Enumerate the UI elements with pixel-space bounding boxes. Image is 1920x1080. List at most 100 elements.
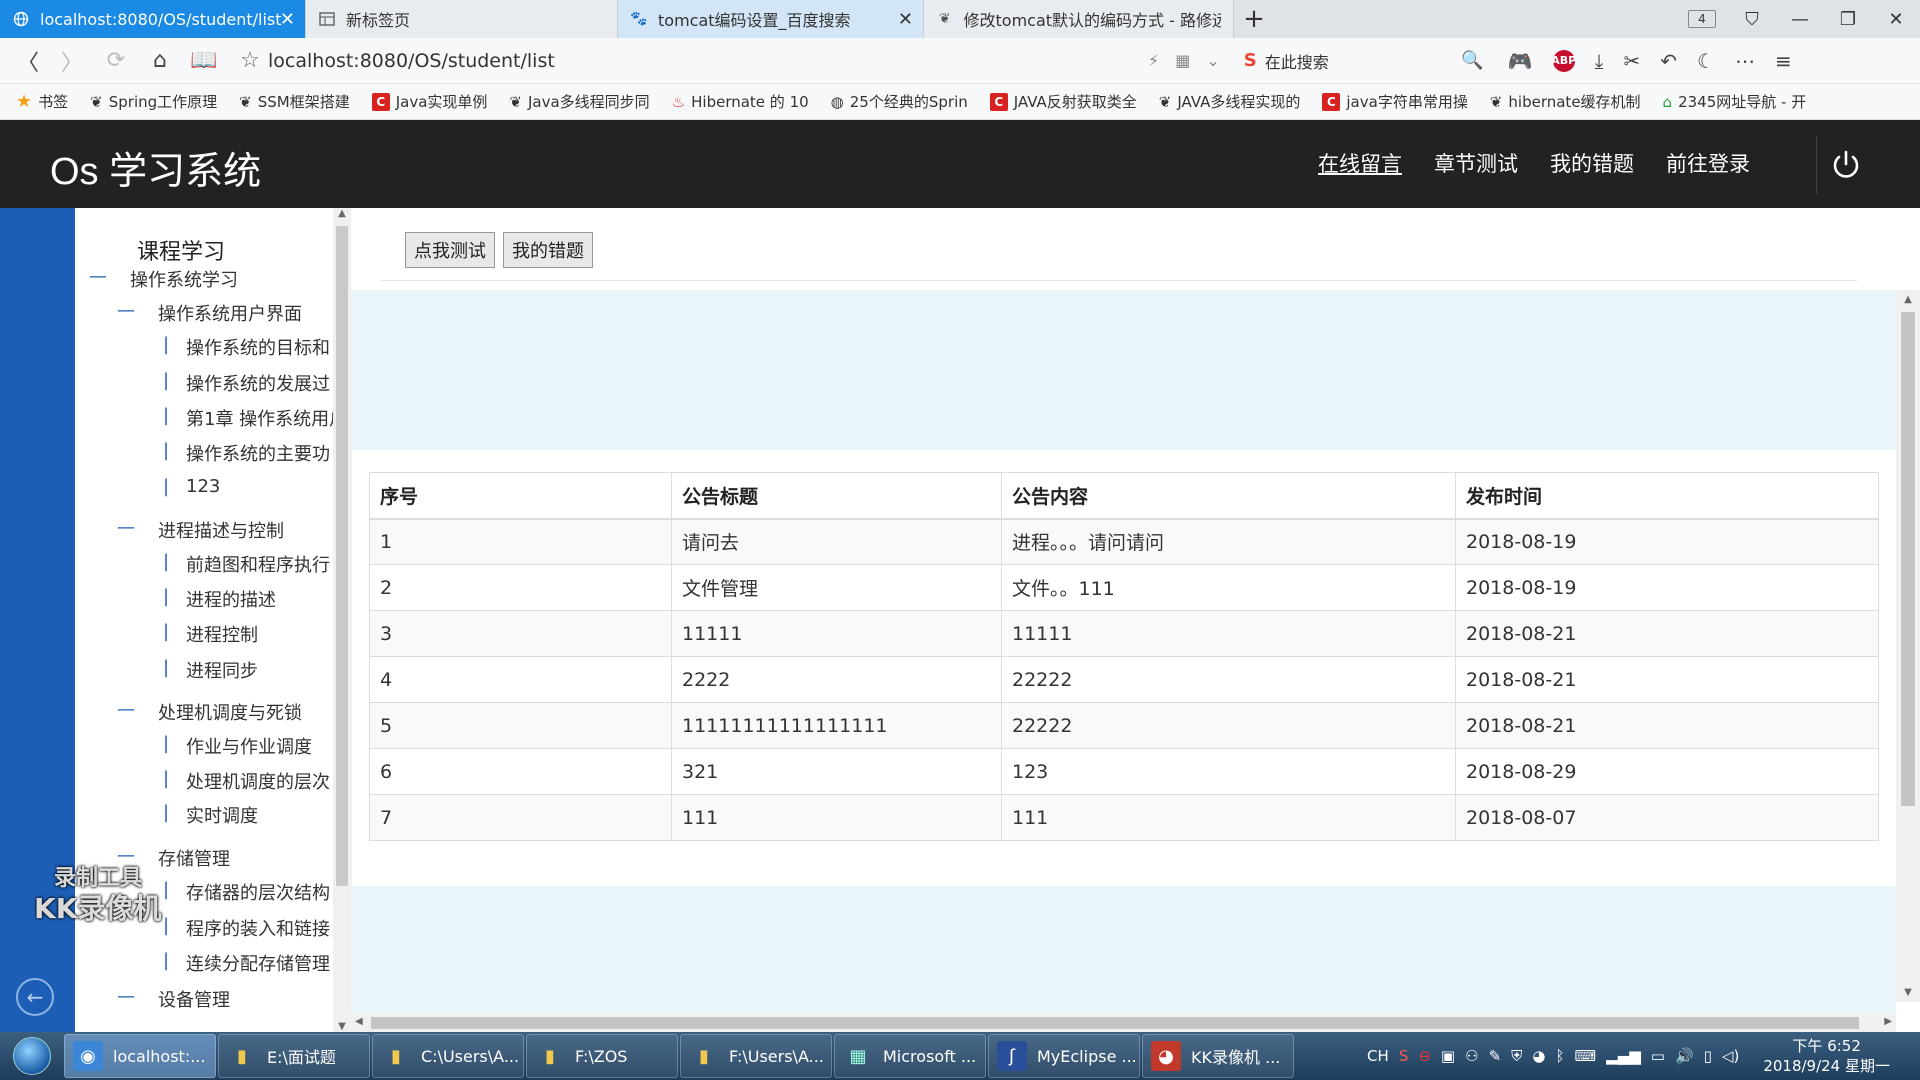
app-title[interactable]: Os 学习系统 <box>50 140 261 195</box>
moon-icon[interactable]: ☾ <box>1697 49 1715 73</box>
clock[interactable]: 下午 6:52 2018/9/24 星期一 <box>1763 1036 1890 1076</box>
taskbar-button[interactable]: ʃ MyEclipse ... <box>988 1034 1140 1078</box>
nav-login[interactable]: 前往登录 <box>1666 148 1750 178</box>
my-mistakes-button[interactable]: 我的错题 <box>503 232 593 268</box>
start-test-button[interactable]: 点我测试 <box>405 232 495 268</box>
defender-icon[interactable]: ⛨ <box>1511 1047 1522 1065</box>
taskbar-button[interactable]: ▮ F:\ZOS <box>526 1034 678 1078</box>
stop-icon[interactable]: ⟳ <box>94 48 138 73</box>
nav-chapter-test[interactable]: 章节测试 <box>1434 148 1518 178</box>
scroll-right-icon[interactable]: ▶ <box>1884 1016 1892 1027</box>
tab-localhost[interactable]: localhost:8080/OS/student/list ✕ <box>0 0 306 38</box>
more-icon[interactable]: ⋯ <box>1735 49 1755 73</box>
volume-icon[interactable]: ◁) <box>1722 1047 1739 1065</box>
collapse-icon[interactable]: — <box>117 845 135 866</box>
shirt-icon[interactable]: ⛉ <box>1728 9 1776 30</box>
scroll-down-icon[interactable]: ▼ <box>1896 987 1920 998</box>
url-field[interactable]: localhost:8080/OS/student/list <box>268 50 1148 72</box>
bluetooth-icon[interactable]: ᛒ <box>1556 1047 1565 1065</box>
speaker-icon[interactable]: 🔊 <box>1675 1047 1694 1065</box>
bookmark-item[interactable]: ❦ SSM框架搭建 <box>239 91 350 112</box>
chevron-down-icon[interactable]: ⌄ <box>1206 51 1219 70</box>
sidebar-scrollbar[interactable]: ▲ ▼ <box>333 208 351 1032</box>
pen-icon[interactable]: ✎ <box>1489 1047 1502 1065</box>
main-vertical-scrollbar[interactable]: ▲ ▼ <box>1896 290 1920 1002</box>
lightning-icon[interactable]: ⚡ <box>1148 51 1159 70</box>
gamepad-icon[interactable]: 🎮 <box>1508 49 1533 73</box>
bookmark-item[interactable]: ❦ hibernate缓存机制 <box>1490 91 1641 112</box>
home-icon[interactable]: ⌂ <box>138 48 182 73</box>
bookmark-item[interactable]: ♨ Hibernate 的 10 <box>672 91 809 112</box>
battery-icon[interactable]: ▯ <box>1704 1047 1712 1065</box>
browser-toolbar: 🎮 ABP ⤓ ✂ ↶ ☾ ⋯ ≡ <box>1508 49 1792 73</box>
tab-new-tab[interactable]: 新标签页 <box>306 0 618 38</box>
taskbar-button[interactable]: ▮ F:\Users\A... <box>680 1034 832 1078</box>
grid-icon <box>318 10 336 28</box>
scroll-thumb[interactable] <box>371 1017 1859 1029</box>
tab-tomcat-article[interactable]: ❦ 修改tomcat默认的编码方式 - 路修远 <box>924 0 1234 38</box>
reading-icon[interactable]: 📖 <box>182 48 226 73</box>
close-icon[interactable]: ✕ <box>280 9 295 30</box>
scroll-down-icon[interactable]: ▼ <box>333 1021 351 1032</box>
undo-icon[interactable]: ↶ <box>1660 49 1677 73</box>
bookmark-item[interactable]: ❦ Java多线程同步同 <box>509 91 649 112</box>
collapse-icon[interactable]: — <box>89 266 107 287</box>
nav-my-mistakes[interactable]: 我的错题 <box>1550 148 1634 178</box>
new-tab-button[interactable]: + <box>1234 4 1274 34</box>
adblock-icon[interactable]: ABP <box>1551 49 1576 72</box>
ime-indicator[interactable]: CH <box>1367 1047 1389 1065</box>
sogou-icon[interactable]: S <box>1399 1047 1409 1065</box>
collapse-icon[interactable]: — <box>117 699 135 720</box>
bookmark-item[interactable]: ◍ 25个经典的Sprin <box>831 91 968 112</box>
scroll-thumb[interactable] <box>336 226 348 886</box>
taskbar-button[interactable]: ▮ E:\面试题 <box>218 1034 370 1078</box>
close-icon[interactable]: ✕ <box>898 9 913 30</box>
back-icon[interactable]: 〈 <box>6 45 50 77</box>
minimize-icon[interactable]: — <box>1776 9 1824 30</box>
nav-online-message[interactable]: 在线留言 <box>1318 148 1402 178</box>
bookmark-item[interactable]: ★ 书签 <box>16 91 68 112</box>
taskbar-button[interactable]: ▮ C:\Users\A... <box>372 1034 524 1078</box>
bookmark-item[interactable]: ❦ Spring工作原理 <box>90 91 217 112</box>
bookmark-item[interactable]: ❦ JAVA多线程实现的 <box>1159 91 1301 112</box>
scroll-thumb[interactable] <box>1901 312 1915 806</box>
qq-icon[interactable]: ◕ <box>1532 1047 1545 1065</box>
collapse-icon[interactable]: — <box>117 986 135 1007</box>
collapse-icon[interactable]: — <box>117 517 135 538</box>
qr-icon[interactable]: ▦ <box>1175 51 1190 70</box>
bookmark-item[interactable]: C JAVA反射获取类全 <box>989 91 1137 112</box>
shield-icon[interactable]: ⊖ <box>1418 1047 1431 1065</box>
forward-icon[interactable]: 〉 <box>50 45 94 77</box>
menu-icon[interactable]: ≡ <box>1775 49 1792 73</box>
bookmark-item[interactable]: Cjava字符串常用操 <box>1322 91 1468 112</box>
close-window-icon[interactable]: ✕ <box>1872 9 1920 30</box>
scissors-icon[interactable]: ✂ <box>1624 49 1641 73</box>
taskbar-button[interactable]: ◉ localhost:... <box>64 1034 216 1078</box>
scroll-up-icon[interactable]: ▲ <box>333 208 351 219</box>
arrow-left-icon[interactable]: ← <box>16 978 54 1016</box>
signal-icon[interactable]: ▂▄▆ <box>1606 1047 1641 1065</box>
main-horizontal-scrollbar[interactable]: ◀ ▶ <box>351 1014 1896 1032</box>
restore-icon[interactable]: ❐ <box>1824 9 1872 30</box>
scroll-left-icon[interactable]: ◀ <box>355 1016 363 1027</box>
bookmark-item[interactable]: ⌂ 2345网址导航 - 开 <box>1663 91 1807 112</box>
favorite-star-icon[interactable]: ☆ <box>232 48 268 73</box>
download-icon[interactable]: ⤓ <box>1595 49 1604 73</box>
network-icon[interactable]: ▣ <box>1441 1047 1455 1065</box>
power-icon[interactable] <box>1816 136 1874 194</box>
display-icon[interactable]: ▭ <box>1651 1047 1665 1065</box>
tab-baidu-search[interactable]: 🐾 tomcat编码设置_百度搜索 ✕ <box>618 0 924 38</box>
search-box[interactable]: S 在此搜索 🔍 <box>1244 45 1484 77</box>
search-icon[interactable]: 🔍 <box>1461 50 1483 71</box>
keyboard-icon[interactable]: ⌨ <box>1575 1047 1597 1065</box>
scroll-up-icon[interactable]: ▲ <box>1896 294 1920 305</box>
taskbar-button[interactable]: ▦ Microsoft ... <box>834 1034 986 1078</box>
tab-count-badge[interactable]: 4 <box>1688 10 1716 28</box>
search-input[interactable]: 在此搜索 <box>1265 49 1329 73</box>
taskbar-button[interactable]: ◕ KK录像机 ... <box>1142 1034 1294 1078</box>
start-button[interactable] <box>0 1032 64 1080</box>
tree-item-label: 前趋图和程序执行 <box>186 555 330 576</box>
bookmark-item[interactable]: C Java实现单例 <box>371 91 487 112</box>
collapse-icon[interactable]: — <box>117 300 135 321</box>
user-icon[interactable]: ⚇ <box>1465 1047 1478 1065</box>
